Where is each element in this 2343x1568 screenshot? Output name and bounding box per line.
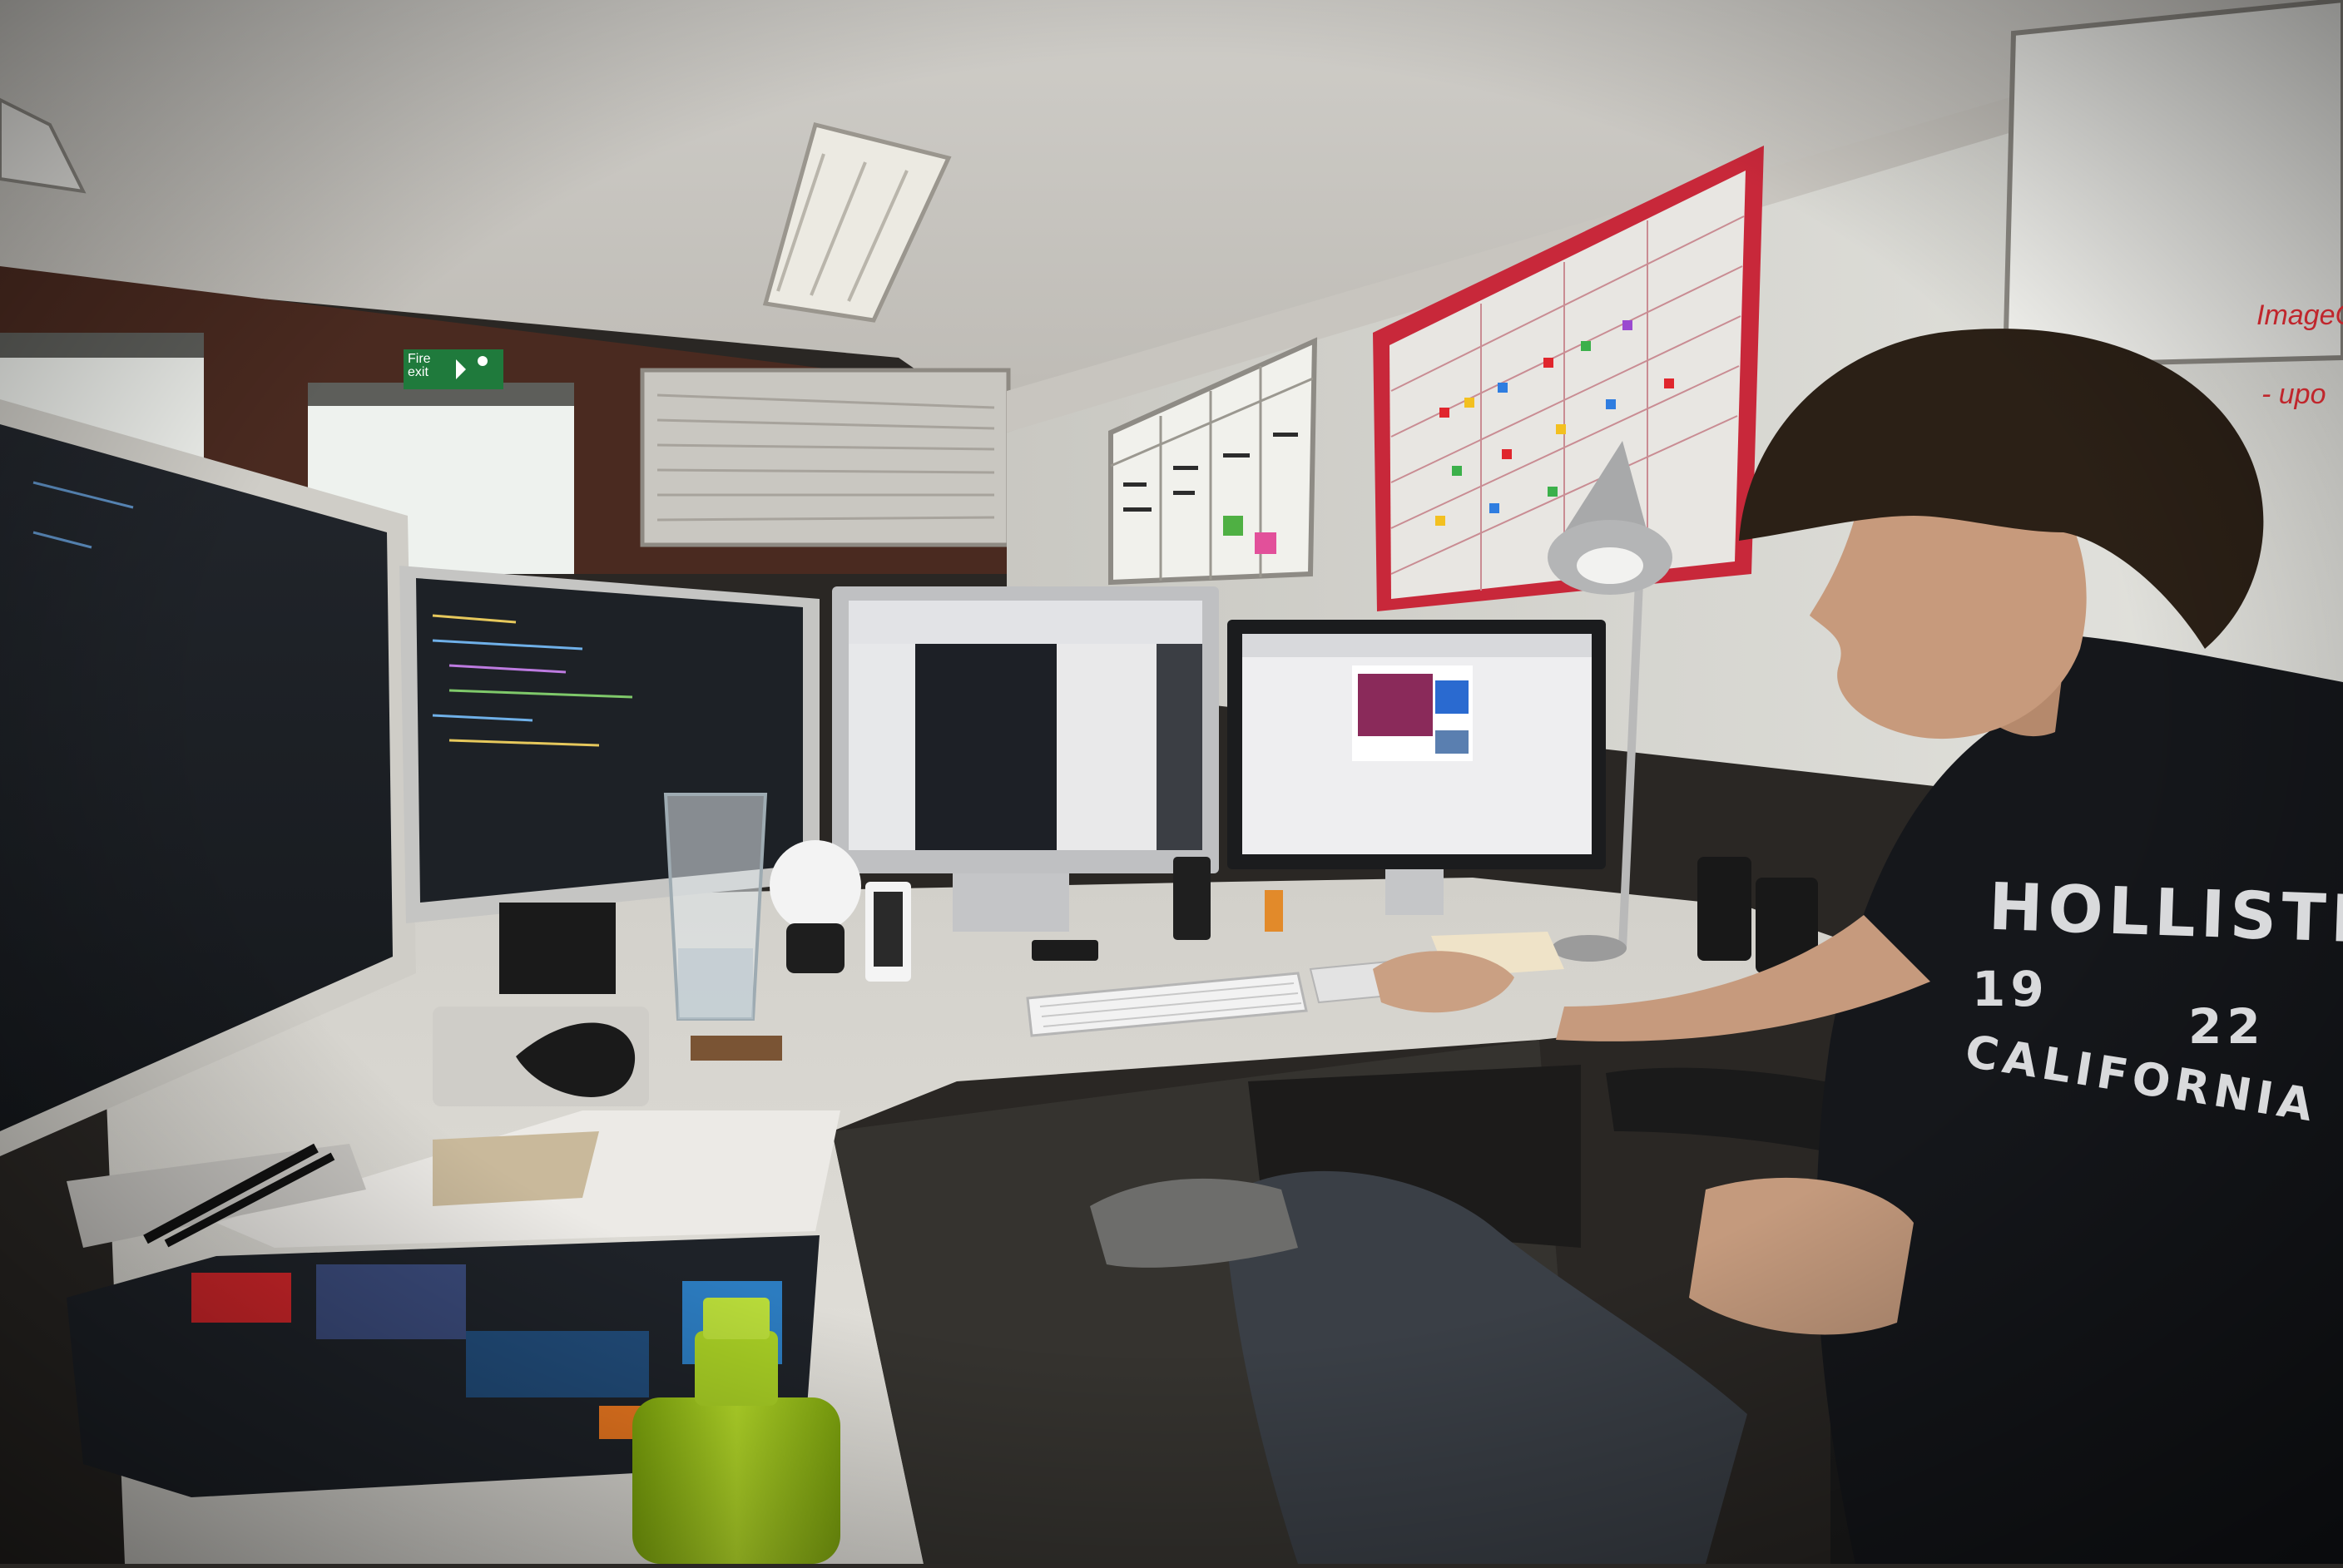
office-photo-drawing (0, 0, 2343, 1564)
exit-sign-line1: Fire (408, 352, 431, 366)
whiteboard-text-1: ImageCon (2256, 299, 2343, 331)
office-photo: Fire exit ImageCon - upo HOLLISTER 19 22… (0, 0, 2343, 1564)
exit-sign-text: Fire exit (408, 353, 431, 379)
shirt-year-right: 22 (2188, 998, 2266, 1055)
whiteboard-text-2: - upo (2261, 378, 2326, 410)
shirt-year-left: 19 (1972, 961, 2049, 1017)
exit-sign-line2: exit (408, 365, 428, 379)
